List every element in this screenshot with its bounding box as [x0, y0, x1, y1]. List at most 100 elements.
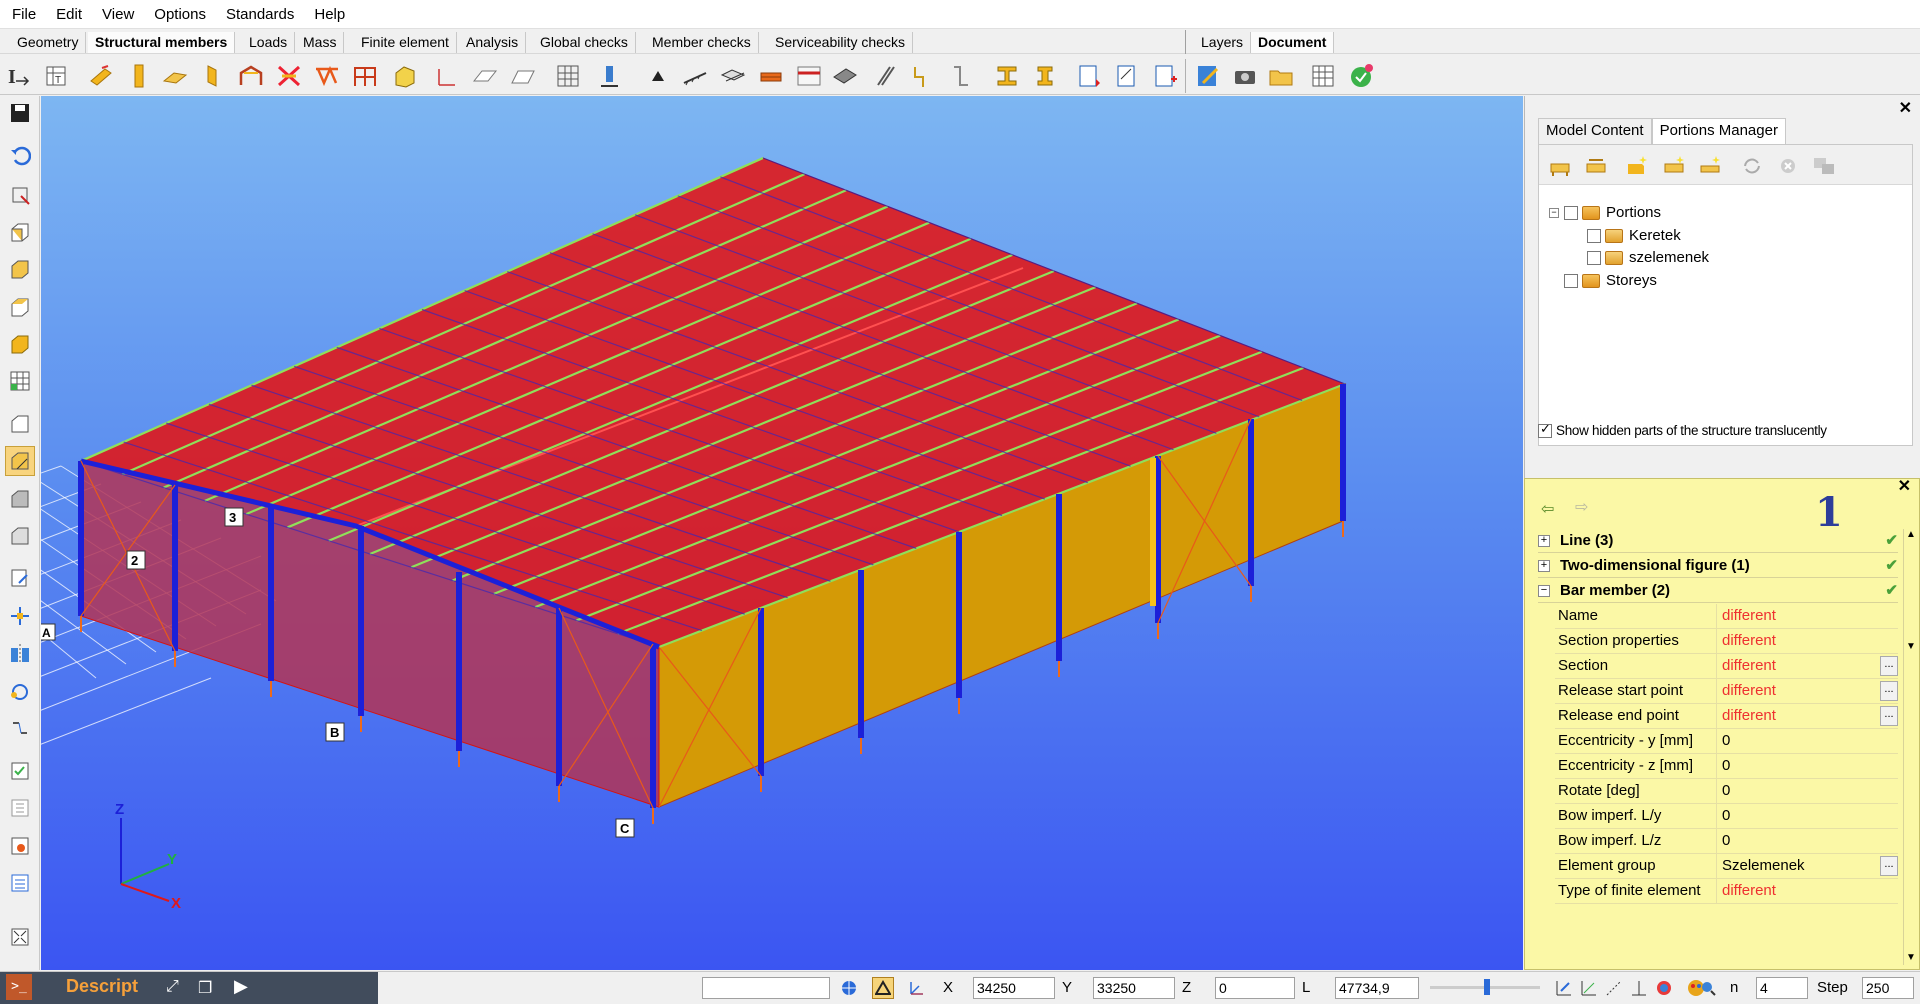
- tab-document[interactable]: Document: [1251, 32, 1335, 53]
- tab-loads[interactable]: Loads: [242, 32, 296, 53]
- tree-node-portions[interactable]: − Portions: [1549, 202, 1661, 224]
- update-icon[interactable]: [1346, 61, 1376, 90]
- property-row[interactable]: Bow imperf. L/z 0: [1555, 829, 1898, 854]
- tab-layers[interactable]: Layers: [1194, 32, 1252, 53]
- portion-add-3-icon[interactable]: [1697, 153, 1723, 179]
- menu-standards[interactable]: Standards: [216, 0, 304, 29]
- axis-local-icon[interactable]: [432, 61, 462, 90]
- property-row[interactable]: Name different: [1555, 604, 1898, 629]
- line-support-icon[interactable]: [680, 61, 710, 90]
- property-row[interactable]: Eccentricity - y [mm] 0: [1555, 729, 1898, 754]
- step-field[interactable]: 250: [1862, 977, 1914, 999]
- settings-list-icon[interactable]: [5, 831, 35, 861]
- command-input[interactable]: [702, 977, 830, 999]
- portion-view-icon[interactable]: [5, 446, 35, 476]
- check-all-icon[interactable]: ✔: [1885, 529, 1898, 553]
- ellipsis-button[interactable]: ...: [1880, 656, 1898, 676]
- zoom-slider[interactable]: [1430, 979, 1540, 995]
- n-field[interactable]: 4: [1756, 977, 1808, 999]
- globe-icon[interactable]: [838, 977, 860, 999]
- portion-add-2-icon[interactable]: [1661, 153, 1687, 179]
- property-value[interactable]: 0: [1717, 729, 1898, 753]
- hinge-icon[interactable]: [756, 61, 786, 90]
- expand-icon[interactable]: +: [1538, 559, 1550, 572]
- scroll-down-icon[interactable]: ▼: [1906, 641, 1916, 652]
- portions-checkbox[interactable]: [1564, 206, 1578, 220]
- props-scrollbar[interactable]: ▲ ▼ ▼: [1903, 529, 1917, 965]
- property-row[interactable]: Section properties different: [1555, 629, 1898, 654]
- property-value[interactable]: different: [1717, 679, 1880, 703]
- tree-node-storeys[interactable]: Storeys: [1564, 270, 1657, 292]
- property-value[interactable]: different: [1717, 604, 1898, 628]
- document-edit-icon[interactable]: [1193, 61, 1223, 90]
- column-icon[interactable]: [124, 61, 154, 90]
- property-value[interactable]: different: [1717, 879, 1898, 903]
- group-bar-member[interactable]: − Bar member (2) ✔: [1538, 579, 1898, 603]
- group-two-dimensional[interactable]: + Two-dimensional figure (1) ✔: [1538, 554, 1898, 578]
- node-link-icon[interactable]: [908, 61, 938, 90]
- collapse-icon[interactable]: −: [1538, 584, 1550, 597]
- tab-global-checks[interactable]: Global checks: [533, 32, 636, 53]
- edit-icon[interactable]: [5, 563, 35, 593]
- scroll-up-icon[interactable]: ▲: [1906, 529, 1916, 540]
- check-all-icon[interactable]: ✔: [1885, 579, 1898, 603]
- rotate-icon[interactable]: [5, 676, 35, 706]
- property-row[interactable]: Release start point different...: [1555, 679, 1898, 704]
- ellipsis-button[interactable]: ...: [1880, 856, 1898, 876]
- grid-view-icon[interactable]: [5, 366, 35, 396]
- view-front-icon[interactable]: [5, 217, 35, 247]
- forward-arrow-icon[interactable]: ⇨: [1575, 497, 1588, 517]
- line-link-icon[interactable]: [946, 61, 976, 90]
- mesh-icon[interactable]: [553, 61, 583, 90]
- property-value[interactable]: 0: [1717, 779, 1898, 803]
- property-value[interactable]: different: [1717, 629, 1898, 653]
- script-label[interactable]: Descript: [66, 976, 138, 997]
- snap-node-icon[interactable]: [1578, 977, 1600, 999]
- property-row[interactable]: Bow imperf. L/y 0: [1555, 804, 1898, 829]
- property-value[interactable]: Szelemenek: [1717, 854, 1880, 878]
- camera-icon[interactable]: [1230, 61, 1260, 90]
- plate-icon[interactable]: [160, 61, 190, 90]
- edge-connection-icon[interactable]: [830, 61, 860, 90]
- text-style-icon[interactable]: I: [4, 61, 34, 90]
- tab-member-checks[interactable]: Member checks: [645, 32, 759, 53]
- point-support-icon[interactable]: [643, 61, 673, 90]
- filter-icon[interactable]: [5, 793, 35, 823]
- tab-serviceability-checks[interactable]: Serviceability checks: [768, 32, 913, 53]
- tree-node-keretek[interactable]: Keretek: [1587, 225, 1681, 247]
- property-row[interactable]: Release end point different...: [1555, 704, 1898, 729]
- tab-portions-manager[interactable]: Portions Manager: [1651, 118, 1786, 144]
- collapse-icon[interactable]: −: [1549, 208, 1559, 218]
- layer-view-icon[interactable]: [5, 484, 35, 514]
- move-icon[interactable]: [5, 601, 35, 631]
- table-edit-icon[interactable]: T: [42, 61, 72, 90]
- property-value[interactable]: 0: [1717, 829, 1898, 853]
- portion-new-icon[interactable]: [1583, 153, 1609, 179]
- section-editor-icon[interactable]: [1030, 61, 1060, 90]
- align-icon[interactable]: [5, 713, 35, 743]
- tab-finite-element[interactable]: Finite element: [354, 32, 457, 53]
- storeys-checkbox[interactable]: [1564, 274, 1578, 288]
- space-frame-icon[interactable]: [390, 61, 420, 90]
- expand-icon[interactable]: +: [1538, 534, 1550, 547]
- close-icon[interactable]: ✕: [1899, 98, 1912, 118]
- diaphragm-icon[interactable]: [870, 61, 900, 90]
- tab-geometry[interactable]: Geometry: [10, 32, 87, 53]
- menu-view[interactable]: View: [92, 0, 144, 29]
- surface-icon[interactable]: [470, 61, 500, 90]
- check-all-icon[interactable]: ✔: [1885, 554, 1898, 578]
- ellipsis-button[interactable]: ...: [1880, 681, 1898, 701]
- section-icon[interactable]: [992, 61, 1022, 90]
- menu-edit[interactable]: Edit: [46, 0, 92, 29]
- back-arrow-icon[interactable]: ⇦: [1541, 499, 1554, 519]
- menu-help[interactable]: Help: [304, 0, 355, 29]
- tree-node-szelemenek[interactable]: szelemenek: [1587, 247, 1709, 269]
- property-row[interactable]: Rotate [deg] 0: [1555, 779, 1898, 804]
- property-row[interactable]: Element group Szelemenek...: [1555, 854, 1898, 879]
- beam-icon[interactable]: [86, 61, 116, 90]
- ellipsis-button[interactable]: ...: [1880, 706, 1898, 726]
- section-plane-icon[interactable]: [5, 409, 35, 439]
- expand-icon[interactable]: ⤢: [166, 978, 179, 996]
- fit-view-icon[interactable]: [5, 922, 35, 952]
- length-field[interactable]: 47734,9: [1335, 977, 1419, 999]
